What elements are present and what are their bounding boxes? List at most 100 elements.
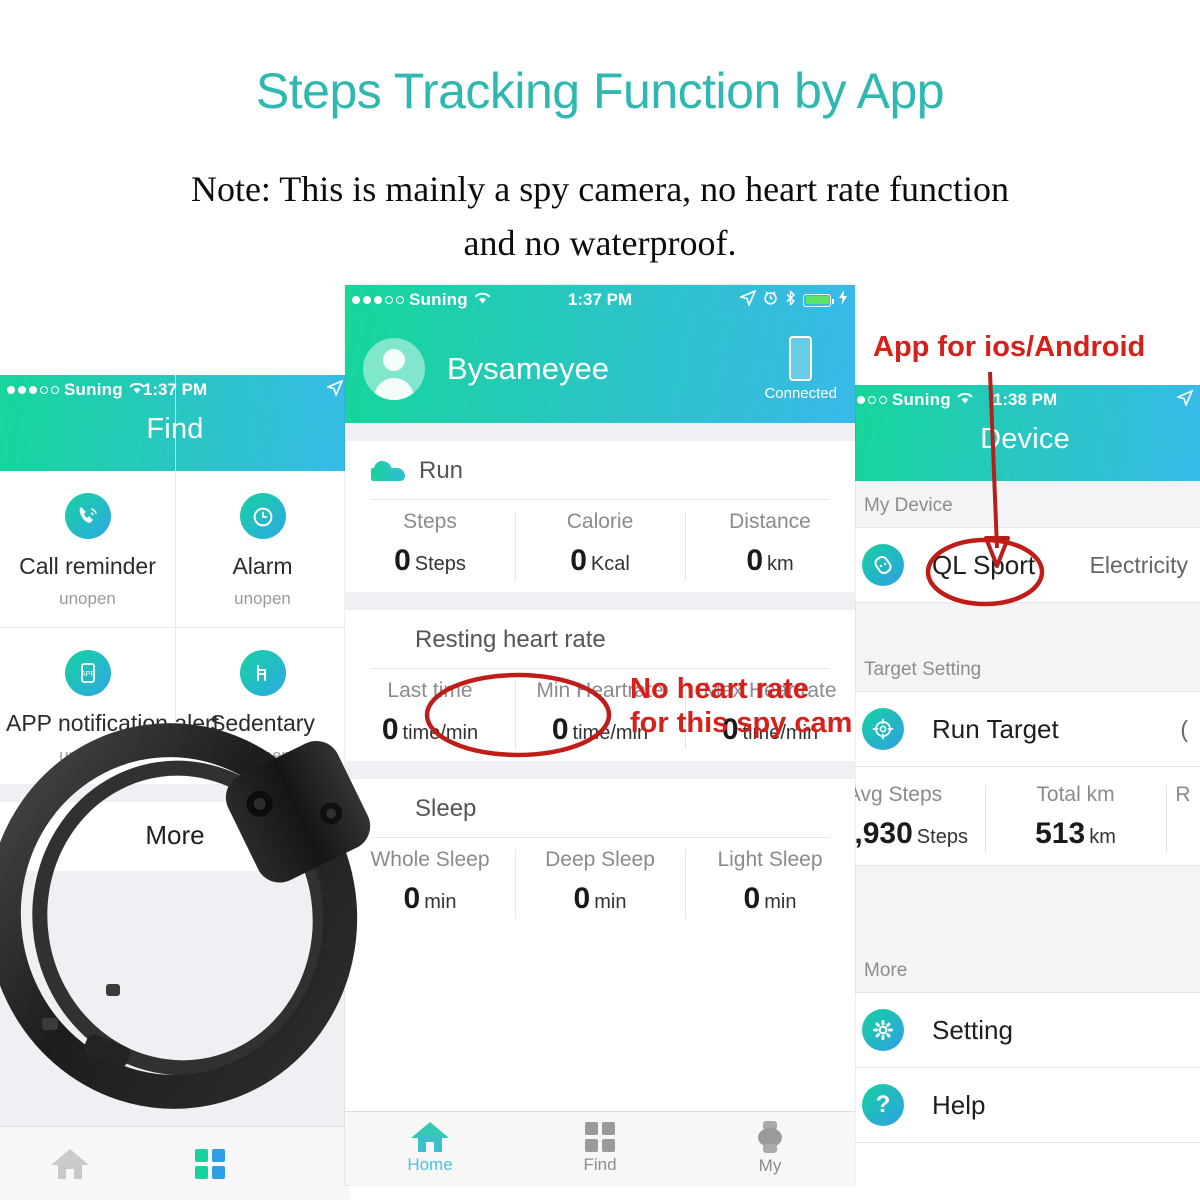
- tile-label: Call reminder: [19, 553, 156, 579]
- charging-bolt-icon: [838, 290, 848, 310]
- annotation-line-1: No heart rate: [630, 673, 809, 705]
- note-text-line-2: and no waterproof.: [463, 223, 737, 263]
- target-value: (: [1180, 715, 1188, 742]
- stat-value: 513 km: [1035, 817, 1116, 850]
- status-right-group: [1175, 388, 1194, 411]
- setting-label: Setting: [932, 1014, 1013, 1045]
- run-stats-row: Steps 0 Steps Calorie 0 Kcal Distance 0 km: [345, 500, 855, 592]
- stat-truncated: R: [1166, 773, 1200, 865]
- tile-label: Alarm: [232, 553, 293, 579]
- location-arrow-icon: [1175, 388, 1194, 411]
- device-name: QL Sport: [932, 549, 1036, 580]
- section-gap: [850, 866, 1200, 946]
- stat-calorie: Calorie 0 Kcal: [515, 500, 685, 592]
- note-text-line-1: Note: This is mainly a spy camera, no he…: [190, 169, 1010, 209]
- section-heart-rate-header[interactable]: Resting heart rate: [345, 610, 855, 668]
- profile-header: Bysameyee Connected: [345, 315, 855, 423]
- nav-label: Find: [583, 1155, 617, 1174]
- stat-label: Light Sleep: [717, 848, 823, 871]
- phone-call-icon: [64, 493, 111, 539]
- stat-value: 0 Steps: [394, 544, 466, 577]
- tile-status: unopen: [59, 589, 116, 608]
- stat-label: Calorie: [566, 510, 634, 533]
- row-setting[interactable]: Setting: [850, 993, 1200, 1067]
- heart-pulse-icon: [371, 626, 401, 654]
- phone-screenshot-device: Suning 1:38 PM Device My Device QL Sport…: [850, 385, 1200, 1200]
- connection-label: Connected: [764, 385, 837, 402]
- help-label: Help: [932, 1089, 986, 1120]
- section-title: Resting heart rate: [415, 626, 606, 653]
- question-icon: ?: [862, 1084, 904, 1126]
- annotation-app-platform: App for ios/Android: [873, 331, 1146, 363]
- nav-my[interactable]: My: [685, 1112, 855, 1185]
- alarm-clock-icon: [239, 493, 286, 539]
- stat-distance: Distance 0 km: [685, 500, 855, 592]
- target-icon: [862, 708, 904, 750]
- stat-label: Avg Steps: [850, 783, 943, 806]
- location-arrow-icon: [325, 378, 344, 401]
- stat-total-km: Total km 513 km: [985, 773, 1166, 865]
- status-time-right: 1:38 PM: [992, 390, 1058, 409]
- target-name: Run Target: [932, 713, 1059, 744]
- stat-label: Steps: [403, 510, 457, 533]
- tile-alarm[interactable]: Alarm unopen: [175, 471, 350, 627]
- headline-block: Steps Tracking Function by App Note: Thi…: [0, 0, 1200, 278]
- stat-label: Deep Sleep: [545, 848, 655, 871]
- bluetooth-icon: [785, 290, 796, 311]
- gear-icon: [862, 1009, 904, 1051]
- home-icon: [51, 1148, 89, 1179]
- nav-find[interactable]: Find: [515, 1112, 685, 1185]
- stat-avg-steps: Avg Steps 03,930Steps: [850, 773, 985, 865]
- row-help[interactable]: ? Help: [850, 1068, 1200, 1142]
- stat-label: Total km: [1036, 783, 1115, 806]
- stat-value: 0 km: [746, 544, 794, 577]
- section-gap: [345, 592, 855, 610]
- row-run-target[interactable]: Run Target (: [850, 692, 1200, 766]
- band-icon: [862, 544, 904, 586]
- device-icon: [789, 336, 813, 381]
- app-notification-icon: APP: [64, 650, 111, 696]
- stat-value: 0 Kcal: [570, 544, 630, 577]
- location-arrow-icon: [738, 288, 757, 311]
- group-label-target-setting: Target Setting: [850, 645, 1200, 691]
- stat-label: Distance: [729, 510, 811, 533]
- grid-icon: [585, 1122, 615, 1152]
- stat-label: R: [1175, 783, 1191, 806]
- nav-label: Home: [407, 1155, 453, 1174]
- section-gap: [850, 603, 1200, 645]
- row-device-ql-sport[interactable]: QL Sport Electricity: [850, 528, 1200, 602]
- stat-value: 0 min: [743, 882, 797, 915]
- status-right-group: [325, 378, 344, 401]
- watch-icon: [757, 1121, 783, 1153]
- group-label-more: More: [850, 946, 1200, 992]
- annotation-line-2: for this spy cam: [630, 707, 853, 740]
- section-title: Run: [419, 457, 464, 484]
- avatar[interactable]: [363, 338, 425, 400]
- username-label: Bysameyee: [447, 351, 609, 386]
- tile-status: unopen: [234, 589, 291, 608]
- device-stats-row: Avg Steps 03,930Steps Total km 513km R: [850, 767, 1200, 865]
- sedentary-icon: [239, 650, 286, 696]
- divider: [850, 1142, 1200, 1143]
- tile-call-reminder[interactable]: Call reminder unopen: [0, 471, 175, 627]
- stat-light-sleep: Light Sleep 0 min: [685, 838, 855, 930]
- stat-label: Last time: [387, 679, 473, 702]
- grid-icon: [195, 1148, 225, 1179]
- status-bar-center: Suning 1:37 PM: [345, 285, 855, 315]
- status-bar-right: Suning 1:38 PM: [850, 385, 1200, 415]
- stat-value: 03,930Steps: [850, 817, 968, 850]
- nav-label: My: [758, 1156, 782, 1175]
- section-gap: [345, 423, 855, 441]
- annotation-no-heart-rate: No heart rate for this spy cam: [630, 672, 852, 740]
- status-right-group: [738, 288, 848, 311]
- device-battery-label: Electricity: [1089, 551, 1188, 578]
- svg-text:APP: APP: [80, 671, 94, 678]
- battery-icon: [803, 293, 834, 307]
- device-connection-status: Connected: [764, 336, 837, 402]
- stat-steps: Steps 0 Steps: [345, 500, 515, 592]
- nav-header-right: Device: [850, 415, 1200, 481]
- running-shoe-icon: [371, 461, 405, 481]
- wristband-product-photo: [0, 723, 371, 1109]
- stat-value: 0 min: [573, 882, 627, 915]
- section-run-header[interactable]: Run: [345, 441, 855, 499]
